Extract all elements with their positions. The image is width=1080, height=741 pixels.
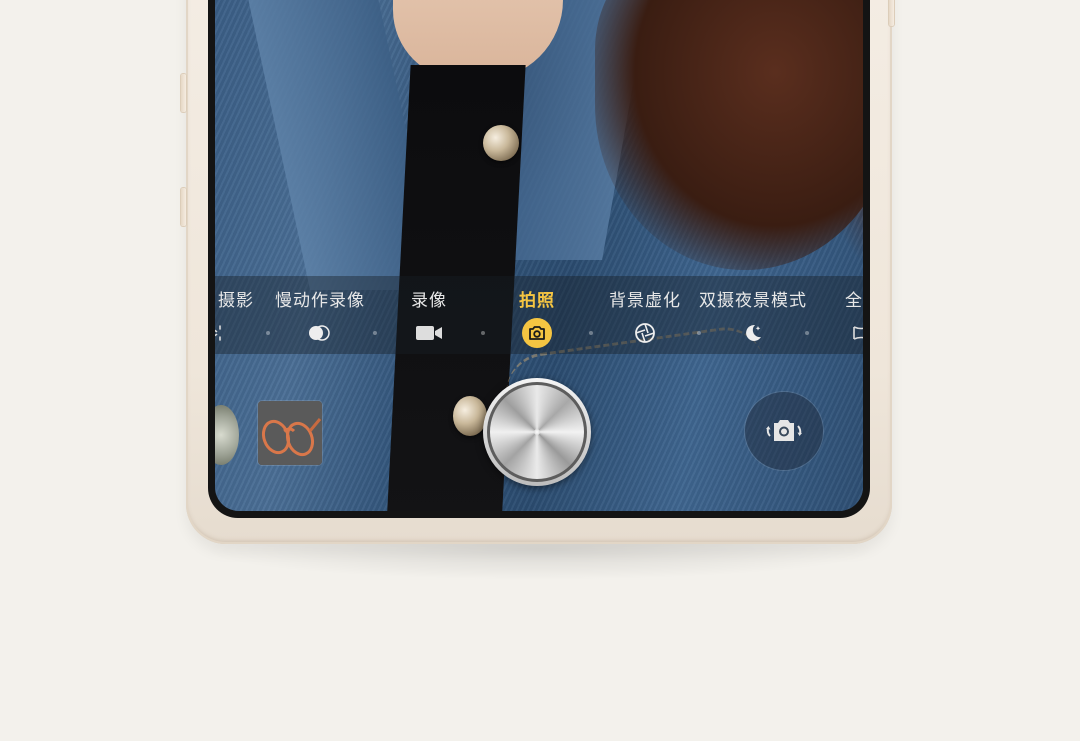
moon-star-icon[interactable] (738, 318, 768, 348)
mode-separator-dot (481, 331, 485, 335)
video-camera-icon[interactable] (414, 318, 444, 348)
camera-viewfinder[interactable]: 摄影 慢动作录像 录像 拍照 背景虚化 双摄夜景模式 全 (215, 0, 863, 511)
volume-button (181, 74, 186, 112)
power-button (181, 188, 186, 226)
aperture-partial-icon[interactable] (215, 318, 235, 348)
page: 摄影 慢动作录像 录像 拍照 背景虚化 双摄夜景模式 全 (0, 0, 1080, 741)
camera-icon[interactable] (522, 318, 552, 348)
glasses-photo-icon (258, 401, 322, 465)
shutter-button[interactable] (483, 378, 591, 486)
switch-camera-button[interactable] (745, 392, 823, 470)
gallery-thumbnail[interactable] (258, 401, 322, 465)
mode-label-night[interactable]: 双摄夜景模式 (699, 286, 807, 311)
mode-label-video[interactable]: 录像 (411, 286, 447, 311)
jacket-button (483, 125, 519, 161)
mode-separator-dot (589, 331, 593, 335)
mode-label-photography[interactable]: 摄影 (218, 286, 254, 311)
mode-separator-dot (266, 331, 270, 335)
mode-selector[interactable]: 摄影 慢动作录像 录像 拍照 背景虚化 双摄夜景模式 全 (215, 276, 863, 354)
mode-label-bokeh[interactable]: 背景虚化 (609, 286, 681, 311)
mode-label-panorama[interactable]: 全 (845, 286, 863, 311)
mode-separator-dot (805, 331, 809, 335)
top-side-button (889, 0, 894, 26)
mode-label-slow-motion[interactable]: 慢动作录像 (275, 286, 365, 311)
aperture-icon[interactable] (630, 318, 660, 348)
mode-separator-dot (697, 331, 701, 335)
panorama-icon[interactable] (846, 318, 863, 348)
jacket-button (453, 396, 487, 436)
mode-separator-dot (373, 331, 377, 335)
slow-motion-icon[interactable] (305, 318, 335, 348)
switch-camera-icon (766, 420, 802, 441)
mode-label-photo[interactable]: 拍照 (519, 286, 555, 311)
